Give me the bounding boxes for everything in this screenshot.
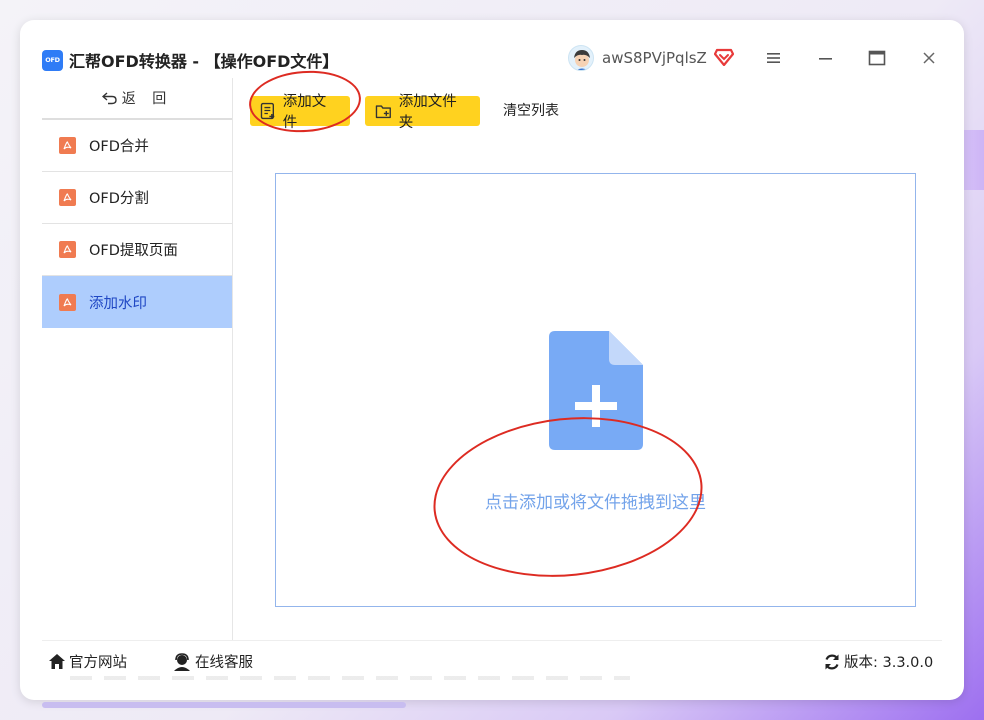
maximize-icon[interactable] — [867, 48, 887, 68]
pdf-icon — [59, 137, 76, 154]
customer-service-icon — [174, 652, 190, 671]
refresh-icon[interactable] — [823, 653, 841, 671]
avatar[interactable] — [568, 45, 594, 71]
app-window: OFD 汇帮OFD转换器 - 【操作OFD文件】 awS8PVjPqlsZ 返 … — [20, 20, 964, 700]
file-drop-zone[interactable]: 点击添加或将文件拖拽到这里 — [275, 173, 916, 607]
version-info: 版本: 3.3.0.0 — [823, 651, 933, 672]
app-title: 汇帮OFD转换器 - 【操作OFD文件】 — [69, 52, 339, 71]
sidebar-item-label: 添加水印 — [89, 295, 147, 312]
sidebar-item-label: OFD合并 — [89, 139, 149, 155]
add-folder-icon — [375, 104, 391, 118]
app-logo-icon: OFD — [42, 50, 63, 71]
title-bar: OFD 汇帮OFD转换器 - 【操作OFD文件】 awS8PVjPqlsZ — [20, 20, 964, 78]
sidebar-item-ofd-split[interactable]: OFD分割 — [42, 172, 232, 224]
pdf-icon — [59, 241, 76, 258]
add-file-label: 添加文件 — [282, 94, 327, 131]
sidebar-item-label: OFD提取页面 — [89, 243, 178, 259]
official-website-label: 官方网站 — [69, 655, 127, 671]
online-service-label: 在线客服 — [195, 655, 253, 671]
minimize-icon[interactable] — [816, 48, 836, 68]
sidebar-item-add-watermark[interactable]: 添加水印 — [42, 276, 232, 328]
close-icon[interactable] — [919, 48, 939, 68]
add-file-button[interactable]: 添加文件 — [250, 94, 350, 131]
taskbar-strip — [42, 702, 406, 708]
home-icon — [49, 654, 65, 669]
vip-diamond-icon[interactable] — [713, 48, 735, 67]
sidebar: 返 回 OFD合并 OFD分割 OFD提取页面 添加水印 — [42, 78, 233, 640]
back-label: 返 回 — [121, 91, 173, 107]
add-document-icon — [549, 331, 643, 450]
back-arrow-icon — [101, 92, 117, 105]
clear-list-button[interactable]: 清空列表 — [498, 96, 564, 126]
drop-hint-text: 点击添加或将文件拖拽到这里 — [485, 493, 706, 513]
online-service-link[interactable]: 在线客服 — [172, 651, 253, 672]
sidebar-item-label: OFD分割 — [89, 191, 149, 207]
divider — [70, 676, 630, 680]
menu-icon[interactable] — [764, 48, 784, 68]
pdf-icon — [59, 189, 76, 206]
add-file-icon — [260, 102, 275, 120]
version-label: 版本: 3.3.0.0 — [844, 655, 934, 671]
official-website-link[interactable]: 官方网站 — [48, 651, 127, 672]
back-button[interactable]: 返 回 — [42, 78, 232, 120]
username[interactable]: awS8PVjPqlsZ — [602, 49, 707, 67]
footer: 官方网站 在线客服 版本: 3.3.0.0 — [42, 640, 942, 680]
pdf-icon — [59, 293, 76, 311]
add-folder-label: 添加文件夹 — [398, 94, 457, 131]
sidebar-item-ofd-merge[interactable]: OFD合并 — [42, 120, 232, 172]
sidebar-item-ofd-extract-pages[interactable]: OFD提取页面 — [42, 224, 232, 276]
add-folder-button[interactable]: 添加文件夹 — [365, 94, 480, 131]
